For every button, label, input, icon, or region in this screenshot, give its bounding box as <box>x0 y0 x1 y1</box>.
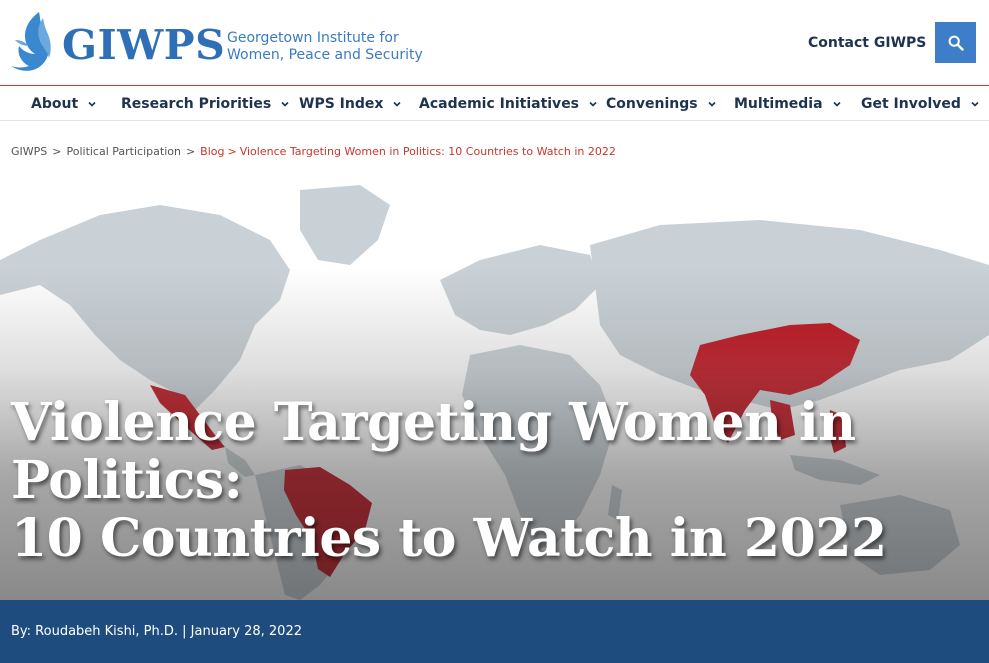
brand-subtitle: Georgetown Institute for Women, Peace an… <box>227 30 423 64</box>
brand-wordmark[interactable]: GIWPS <box>62 20 225 70</box>
nav-label: Multimedia <box>734 95 823 112</box>
hero-banner: Violence Targeting Women in Politics: 10… <box>0 185 989 600</box>
nav-label: WPS Index <box>299 95 384 112</box>
contact-link[interactable]: Contact GIWPS <box>808 34 926 52</box>
breadcrumb-category[interactable]: Political Participation <box>66 145 180 158</box>
nav-label: Academic Initiatives <box>419 95 580 112</box>
breadcrumb-separator: > <box>52 145 62 158</box>
chevron-down-icon <box>832 101 841 107</box>
byline: By: Roudabeh Kishi, Ph.D. | January 28, … <box>11 624 302 639</box>
nav-label: Research Priorities <box>121 95 272 112</box>
breadcrumb-home[interactable]: GIWPS <box>11 145 47 158</box>
chevron-down-icon <box>393 101 401 107</box>
breadcrumb-current: Violence Targeting Women in Politics: 10… <box>239 145 616 158</box>
nav-item-research-priorities[interactable]: Research Priorities <box>121 86 290 121</box>
article-title-line2: 10 Countries to Watch in 2022 <box>11 508 887 569</box>
search-button[interactable] <box>935 22 976 63</box>
nav-item-academic-initiatives[interactable]: Academic Initiatives <box>419 86 598 121</box>
chevron-down-icon <box>708 101 716 107</box>
dove-logo-icon[interactable] <box>9 10 53 72</box>
nav-item-wps-index[interactable]: WPS Index <box>299 86 402 121</box>
nav-label: About <box>31 95 79 112</box>
breadcrumb-separator: > <box>227 145 237 158</box>
chevron-down-icon <box>971 101 979 107</box>
nav-item-about[interactable]: About <box>31 86 97 121</box>
chevron-down-icon <box>88 101 96 107</box>
chevron-down-icon <box>281 101 289 107</box>
breadcrumb-separator: > <box>185 145 196 158</box>
article-title-line1: Violence Targeting Women in Politics: <box>11 392 856 511</box>
byline-bar: By: Roudabeh Kishi, Ph.D. | January 28, … <box>0 600 989 663</box>
nav-label: Get Involved <box>861 95 961 112</box>
nav-item-get-involved[interactable]: Get Involved <box>861 86 980 121</box>
breadcrumb-section[interactable]: Blog <box>200 145 224 158</box>
nav-item-convenings[interactable]: Convenings <box>606 86 717 121</box>
nav-item-multimedia[interactable]: Multimedia <box>734 86 842 121</box>
nav-label: Convenings <box>606 95 698 112</box>
search-icon <box>948 35 964 51</box>
main-nav: About Research Priorities WPS Index Acad… <box>0 86 989 121</box>
site-header: GIWPS Georgetown Institute for Women, Pe… <box>0 0 989 86</box>
brand-subtitle-line1: Georgetown Institute for <box>227 30 399 46</box>
breadcrumb: GIWPS > Political Participation > Blog > Viole… <box>11 145 616 159</box>
article-title: Violence Targeting Women in Politics: 10… <box>11 394 981 568</box>
brand-subtitle-line2: Women, Peace and Security <box>227 47 423 63</box>
chevron-down-icon <box>589 101 597 107</box>
